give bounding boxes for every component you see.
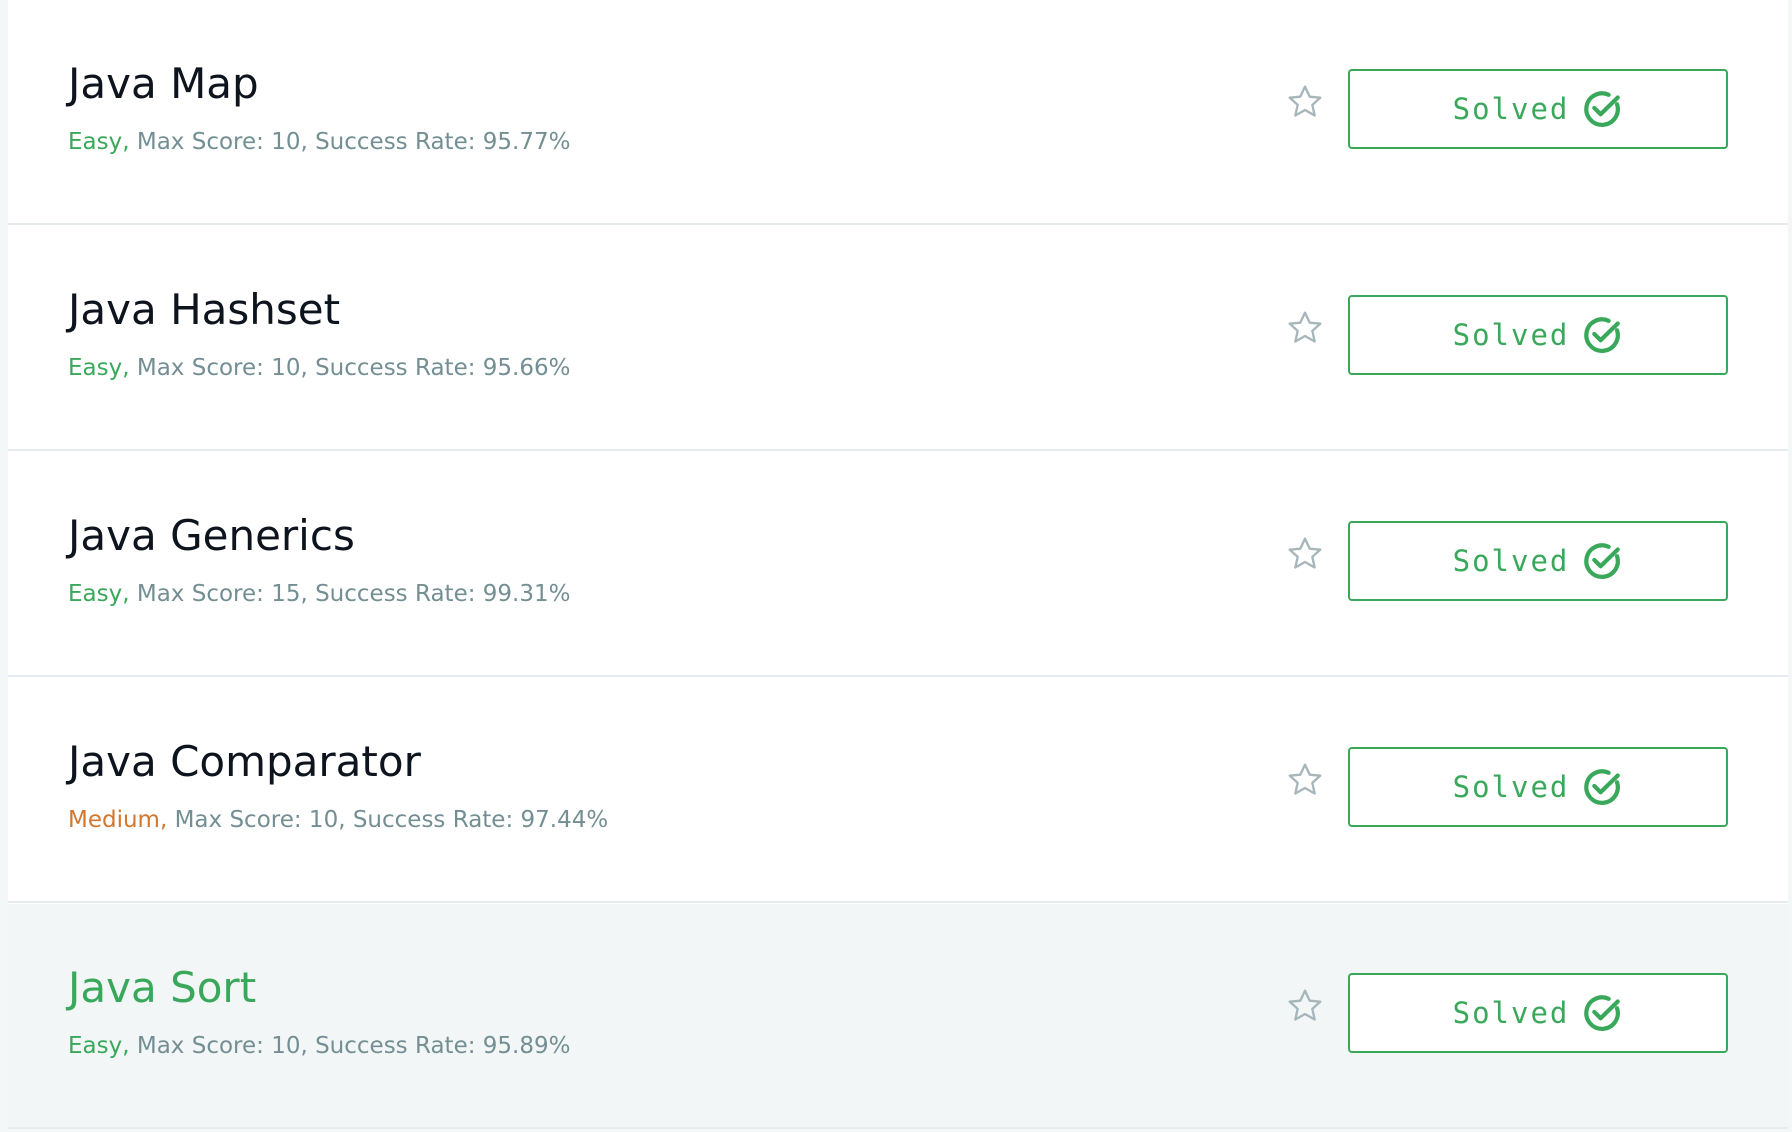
challenge-meta: Medium, Max Score: 10, Success Rate: 97.… [68, 804, 608, 836]
solved-label: Solved [1452, 92, 1570, 126]
challenge-row: Java Hashset Easy, Max Score: 10, Succes… [8, 226, 1788, 451]
star-outline-icon[interactable] [1285, 534, 1325, 574]
challenge-row: Java Map Easy, Max Score: 10, Success Ra… [8, 0, 1788, 225]
solved-button[interactable]: Solved [1348, 69, 1728, 149]
challenge-meta: Easy, Max Score: 10, Success Rate: 95.66… [68, 352, 570, 384]
star-outline-icon[interactable] [1285, 82, 1325, 122]
challenge-details: Max Score: 15, Success Rate: 99.31% [129, 581, 571, 607]
star-outline-icon[interactable] [1285, 308, 1325, 348]
difficulty-label: Easy, [68, 581, 130, 607]
check-circle-icon [1584, 91, 1621, 127]
challenge-row: Java Sort Easy, Max Score: 10, Success R… [8, 904, 1788, 1129]
solved-button[interactable]: Solved [1348, 747, 1728, 827]
check-circle-icon [1584, 995, 1621, 1031]
challenge-title[interactable]: Java Sort [68, 960, 256, 1016]
solved-label: Solved [1452, 770, 1570, 804]
challenge-title[interactable]: Java Comparator [68, 734, 421, 790]
solved-label: Solved [1452, 318, 1570, 352]
difficulty-label: Easy, [68, 129, 130, 155]
challenge-meta: Easy, Max Score: 10, Success Rate: 95.77… [68, 126, 570, 158]
challenge-details: Max Score: 10, Success Rate: 95.77% [129, 129, 571, 155]
difficulty-label: Medium, [68, 807, 168, 833]
difficulty-label: Easy, [68, 1033, 130, 1059]
check-circle-icon [1584, 769, 1621, 805]
solved-button[interactable]: Solved [1348, 295, 1728, 375]
challenge-row: Java Comparator Medium, Max Score: 10, S… [8, 678, 1788, 903]
solved-button[interactable]: Solved [1348, 973, 1728, 1053]
challenge-title[interactable]: Java Generics [68, 508, 355, 564]
star-outline-icon[interactable] [1285, 760, 1325, 800]
star-outline-icon[interactable] [1285, 986, 1325, 1026]
difficulty-label: Easy, [68, 355, 130, 381]
solved-button[interactable]: Solved [1348, 521, 1728, 601]
challenge-meta: Easy, Max Score: 10, Success Rate: 95.89… [68, 1030, 570, 1062]
challenge-title[interactable]: Java Hashset [68, 282, 340, 338]
challenge-title[interactable]: Java Map [68, 56, 259, 112]
solved-label: Solved [1452, 996, 1570, 1030]
challenge-details: Max Score: 10, Success Rate: 95.89% [129, 1033, 571, 1059]
challenge-list: Java Map Easy, Max Score: 10, Success Ra… [8, 0, 1788, 1129]
challenge-meta: Easy, Max Score: 15, Success Rate: 99.31… [68, 578, 570, 610]
challenge-details: Max Score: 10, Success Rate: 95.66% [129, 355, 571, 381]
challenge-details: Max Score: 10, Success Rate: 97.44% [167, 807, 609, 833]
check-circle-icon [1584, 543, 1621, 579]
challenge-row: Java Generics Easy, Max Score: 15, Succe… [8, 452, 1788, 677]
check-circle-icon [1584, 317, 1621, 353]
solved-label: Solved [1452, 544, 1570, 578]
